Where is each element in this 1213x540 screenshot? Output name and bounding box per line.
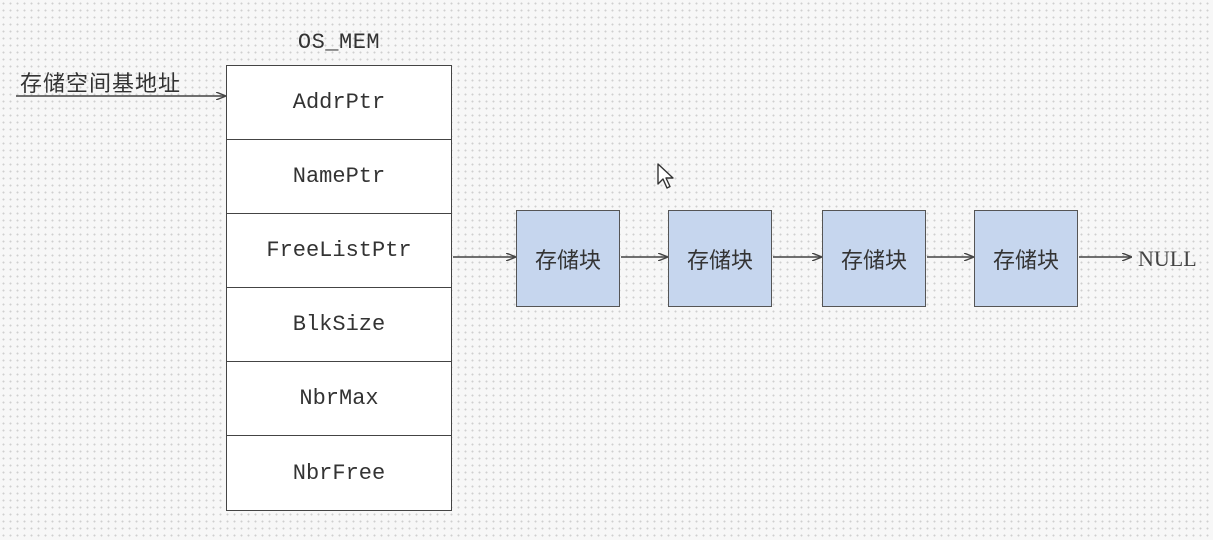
diagram-canvas: 存储空间基地址 OS_MEM AddrPtr NamePtr FreeListP…	[0, 0, 1213, 540]
null-terminator: NULL	[1138, 246, 1197, 271]
memory-block-3: 存储块	[822, 210, 926, 307]
memory-block-1: 存储块	[516, 210, 620, 307]
memory-block-2: 存储块	[668, 210, 772, 307]
field-addrptr: AddrPtr	[227, 66, 451, 140]
os-mem-struct: AddrPtr NamePtr FreeListPtr BlkSize NbrM…	[226, 65, 452, 511]
struct-title: OS_MEM	[297, 30, 381, 55]
field-freelistptr: FreeListPtr	[227, 214, 451, 288]
field-nbrfree: NbrFree	[292, 460, 386, 486]
memory-block-4: 存储块	[974, 210, 1078, 307]
field-blksize: BlkSize	[227, 288, 451, 362]
field-nbrmax: NbrMax	[227, 362, 451, 436]
mouse-cursor-icon	[657, 163, 674, 189]
base-address-label: 存储空间基地址	[20, 72, 182, 97]
field-nameptr: NamePtr	[227, 140, 451, 214]
